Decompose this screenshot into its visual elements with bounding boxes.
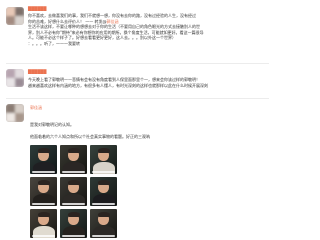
photo-subtitle-strip — [92, 234, 115, 237]
photo-subtitle-strip — [62, 234, 85, 237]
username[interactable]: ██████ — [28, 6, 46, 11]
username[interactable]: 郭佳涵 — [30, 105, 42, 110]
photo-figure-hair — [97, 211, 110, 217]
photo-grid — [30, 145, 117, 239]
photo-thumbnail[interactable] — [60, 209, 87, 238]
post-line: 是我对郭敬明记的认知。 — [30, 122, 74, 127]
photo-subtitle-strip — [32, 234, 55, 237]
photo-thumbnail[interactable] — [90, 177, 117, 206]
photo-subtitle-strip — [62, 170, 85, 173]
photo-figure-hair — [97, 147, 110, 153]
post-body: 你不喜欢，去做喜我们的事，我们不就想一想，你没有去你的路，没有过经验的人生，没有… — [28, 13, 269, 47]
avatar-blurred-icon — [6, 104, 24, 122]
post-body: 是我对郭敬明记的认知。 他面临着的六个人知点和所以个社会真实事物的看题。好正的三… — [30, 122, 269, 140]
photo-figure-hair — [37, 179, 50, 185]
post-line: 他面临着的六个人知点和所以个社会真实事物的看题。好正的三观呐 — [30, 134, 150, 139]
avatar-blurred-icon — [6, 7, 24, 25]
post-line: ：。。。听了，一一一我要转 — [28, 40, 80, 46]
photo-thumbnail[interactable] — [30, 209, 57, 238]
photo-thumbnail[interactable] — [60, 177, 87, 206]
photo-figure-hair — [97, 179, 110, 185]
photo-thumbnail[interactable] — [60, 145, 87, 174]
photo-figure-hair — [67, 211, 80, 217]
photo-thumbnail[interactable] — [30, 177, 57, 206]
photo-figure-hair — [37, 211, 50, 217]
photo-figure-hair — [37, 147, 50, 153]
post-divider — [6, 98, 269, 99]
photo-subtitle-strip — [62, 202, 85, 205]
photo-figure-hair — [67, 179, 80, 185]
photo-subtitle-strip — [32, 170, 55, 173]
photo-figure-hair — [67, 147, 80, 153]
photo-thumbnail[interactable] — [90, 209, 117, 238]
photo-subtitle-strip — [92, 170, 115, 173]
mention-link[interactable]: 郭佳涵 — [107, 19, 119, 24]
photo-subtitle-strip — [92, 202, 115, 205]
photo-thumbnail[interactable] — [30, 145, 57, 174]
weibo-post-2: ██████ 今天晚上看了郭敬明——悲情有会有没有角度看到人保里面那里个一，想来… — [0, 64, 275, 96]
weibo-post-1: ██████ 你不喜欢，去做喜我们的事，我们不就想一想，你没有去你的路，没有过经… — [0, 0, 275, 62]
avatar[interactable] — [6, 69, 24, 87]
post-body: 今天晚上看了郭敬明——悲情有会有没有角度看到人保里面那里个一，想来会你该过样的郭… — [28, 77, 269, 88]
username[interactable]: ██████ — [28, 69, 46, 74]
avatar[interactable] — [6, 104, 24, 122]
avatar-blurred-icon — [6, 69, 24, 87]
post-line: 越来越喜欢这样有内涵的地方，有很多有人懂人，有时光深刻的这样也就那样以此在什么时… — [28, 82, 208, 88]
photo-thumbnail[interactable] — [90, 145, 117, 174]
photo-subtitle-strip — [32, 202, 55, 205]
avatar[interactable] — [6, 7, 24, 25]
